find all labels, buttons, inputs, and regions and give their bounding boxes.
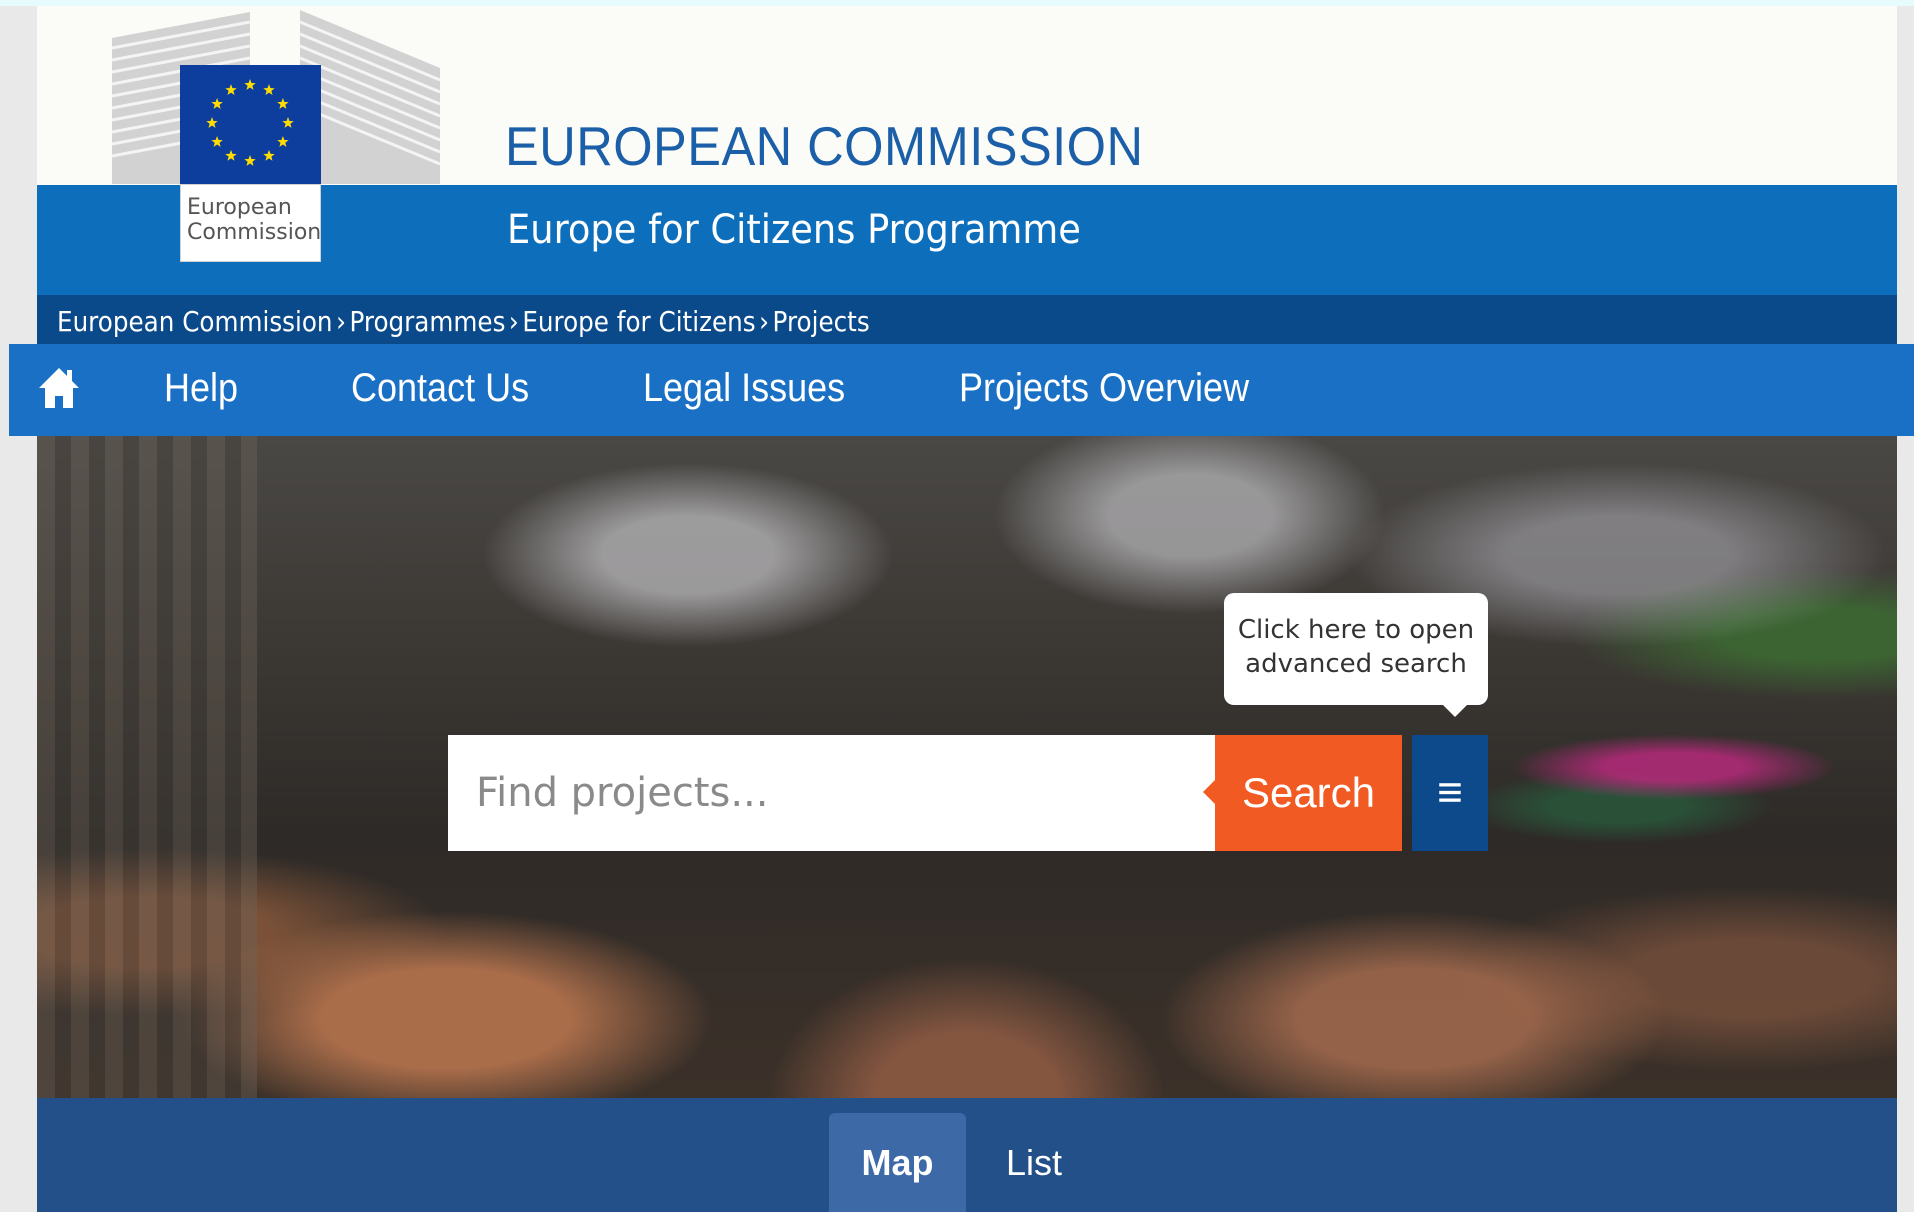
breadcrumb-separator: › bbox=[759, 305, 770, 338]
eu-flag-logo[interactable] bbox=[180, 65, 321, 184]
site-title: EUROPEAN COMMISSION bbox=[505, 115, 1144, 177]
eu-star-icon bbox=[225, 84, 237, 95]
eu-star-icon bbox=[211, 136, 223, 147]
eu-star-icon bbox=[244, 155, 256, 166]
main-nav: Help Contact Us Legal Issues Projects Ov… bbox=[9, 344, 1914, 436]
nav-help[interactable]: Help bbox=[164, 366, 238, 411]
eu-star-icon bbox=[244, 79, 256, 90]
tab-map[interactable]: Map bbox=[829, 1113, 966, 1212]
eu-star-icon bbox=[277, 98, 289, 109]
eu-star-icon bbox=[263, 84, 275, 95]
eu-star-icon bbox=[206, 117, 218, 128]
view-tabs: Map List bbox=[37, 1098, 1897, 1212]
eu-star-icon bbox=[211, 98, 223, 109]
eu-star-icon bbox=[282, 117, 294, 128]
tab-list[interactable]: List bbox=[984, 1113, 1084, 1212]
breadcrumb: European Commission › Programmes › Europe fo… bbox=[37, 295, 1897, 347]
nav-contact-us[interactable]: Contact Us bbox=[351, 366, 529, 411]
breadcrumb-separator: › bbox=[508, 305, 519, 338]
breadcrumb-europe-for-citizens[interactable]: Europe for Citizens bbox=[522, 305, 755, 338]
breadcrumb-projects[interactable]: Projects bbox=[773, 305, 870, 338]
logo-line-2: Commission bbox=[187, 220, 322, 245]
eu-star-icon bbox=[277, 136, 289, 147]
eu-star-icon bbox=[263, 149, 275, 161]
eu-star-icon bbox=[225, 149, 237, 161]
advanced-search-menu-icon[interactable]: ≡ bbox=[1412, 735, 1488, 851]
breadcrumb-european-commission[interactable]: European Commission bbox=[57, 305, 333, 338]
breadcrumb-programmes[interactable]: Programmes bbox=[349, 305, 505, 338]
nav-legal-issues[interactable]: Legal Issues bbox=[643, 366, 845, 411]
breadcrumb-separator: › bbox=[336, 305, 346, 338]
search-button[interactable]: Search bbox=[1203, 735, 1402, 851]
programme-title: Europe for Citizens Programme bbox=[507, 207, 1081, 253]
eu-stars-icon bbox=[206, 79, 294, 166]
logo-line-1: European bbox=[187, 195, 292, 220]
logo-text: European Commission bbox=[187, 195, 321, 245]
search-input[interactable] bbox=[448, 735, 1215, 851]
search-bar: Search ≡ bbox=[448, 735, 1488, 851]
breadcrumb-trail: European Commission › Programmes › Europe fo… bbox=[57, 305, 870, 338]
home-icon[interactable] bbox=[39, 366, 79, 410]
advanced-search-tooltip: Click here to open advanced search bbox=[1224, 593, 1488, 717]
nav-projects-overview[interactable]: Projects Overview bbox=[959, 366, 1249, 411]
logo-text-box: European Commission bbox=[180, 184, 321, 262]
